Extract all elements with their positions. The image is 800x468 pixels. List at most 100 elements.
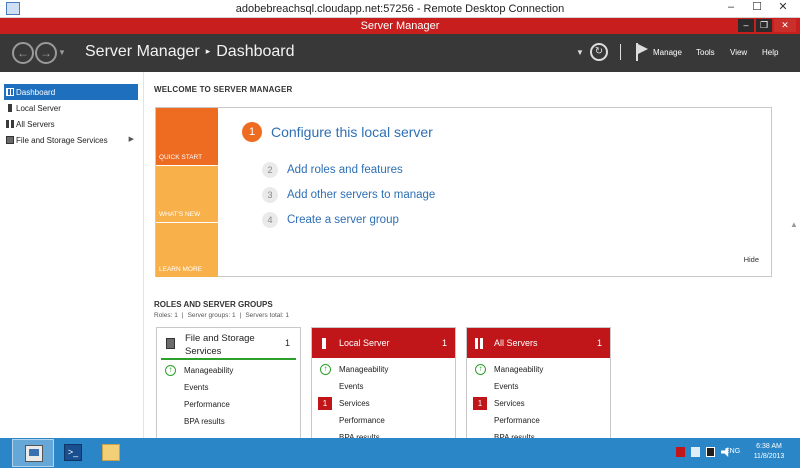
- tile-learn-more[interactable]: LEARN MORE: [156, 222, 218, 277]
- back-arrow-icon[interactable]: ←: [12, 42, 34, 64]
- taskbar: >_ ENG 6:38 AM 11/8/2013: [0, 438, 800, 468]
- sidebar-item-all-servers[interactable]: All Servers: [4, 116, 138, 132]
- window-title-text: Server Manager: [360, 20, 440, 32]
- clock-date: 11/8/2013: [753, 453, 785, 460]
- card-header[interactable]: Local Server 1: [312, 328, 455, 358]
- card-row-performance[interactable]: Performance: [467, 412, 610, 429]
- dashboard-icon: [6, 88, 14, 96]
- step-link[interactable]: Create a server group: [287, 214, 399, 226]
- card-row-performance[interactable]: Performance: [157, 396, 300, 413]
- window-minimize-button[interactable]: –: [738, 19, 754, 32]
- row-label: Manageability: [339, 365, 389, 374]
- rdp-maximize-button[interactable]: ☐: [744, 0, 770, 16]
- status-ok-icon: ↑: [320, 364, 331, 375]
- taskbar-powershell[interactable]: >_: [52, 439, 94, 467]
- card-row-manageability[interactable]: ↑ Manageability: [467, 361, 610, 378]
- tile-quick-start[interactable]: QUICK START: [156, 108, 218, 165]
- action-center-icon[interactable]: [676, 447, 685, 457]
- window-title-bar: Server Manager – ❐ ✕: [0, 18, 800, 34]
- taskbar-file-explorer[interactable]: [90, 439, 132, 467]
- card-row-bpa[interactable]: BPA results: [157, 413, 300, 430]
- server-manager-icon: [25, 445, 43, 462]
- card-file-storage[interactable]: File and Storage Services 1 ↑ Manageabili…: [156, 327, 301, 442]
- taskbar-server-manager[interactable]: [12, 439, 54, 467]
- sidebar-item-dashboard[interactable]: Dashboard: [4, 84, 138, 100]
- row-label: Events: [494, 382, 519, 391]
- clock-time: 6:38 AM: [756, 443, 782, 450]
- step-add-servers[interactable]: 3 Add other servers to manage: [262, 187, 435, 203]
- expand-arrow-icon[interactable]: ▶: [129, 135, 134, 143]
- tile-whats-new[interactable]: WHAT'S NEW: [156, 165, 218, 222]
- sidebar-item-file-storage[interactable]: File and Storage Services ▶: [4, 132, 138, 148]
- file-storage-icon: [166, 338, 175, 349]
- card-row-events[interactable]: Events: [312, 378, 455, 395]
- refresh-dropdown-icon[interactable]: ▼: [576, 48, 584, 57]
- folder-icon: [102, 444, 120, 461]
- step-number: 4: [262, 212, 278, 228]
- sidebar-item-local-server[interactable]: Local Server: [4, 100, 138, 116]
- summary-separator: |: [181, 312, 184, 319]
- card-row-services[interactable]: 1 Services: [467, 395, 610, 412]
- menu-help[interactable]: Help: [762, 48, 778, 57]
- notifications-flag-icon[interactable]: [635, 43, 649, 61]
- clock[interactable]: 6:38 AM 11/8/2013: [749, 442, 789, 462]
- rdp-close-button[interactable]: ✕: [770, 0, 796, 16]
- menu-tools[interactable]: Tools: [696, 48, 715, 57]
- card-title: All Servers: [494, 338, 538, 348]
- step-configure-local-server[interactable]: 1 Configure this local server: [242, 122, 433, 142]
- refresh-icon[interactable]: ↻: [589, 43, 608, 61]
- servers-total: Servers total: 1: [245, 312, 290, 319]
- row-label: Services: [494, 399, 525, 408]
- rdp-title-text: adobebreachsql.cloudapp.net:57256 - Remo…: [235, 3, 565, 15]
- summary-separator: |: [239, 312, 242, 319]
- step-create-server-group[interactable]: 4 Create a server group: [262, 212, 399, 228]
- row-label: BPA results: [184, 417, 225, 426]
- sidebar-divider: [143, 72, 144, 438]
- notification-icon[interactable]: [691, 447, 700, 457]
- sidebar-item-label: File and Storage Services: [16, 135, 108, 145]
- card-row-events[interactable]: Events: [157, 379, 300, 396]
- roles-count: Roles: 1: [154, 312, 178, 319]
- breadcrumb-app[interactable]: Server Manager: [85, 43, 200, 60]
- row-label: Services: [339, 399, 370, 408]
- history-dropdown-icon[interactable]: ▼: [58, 48, 66, 57]
- card-row-manageability[interactable]: ↑ Manageability: [157, 362, 300, 379]
- card-title: File and Storage Services: [185, 333, 255, 357]
- language-indicator[interactable]: ENG: [725, 448, 740, 455]
- window-close-button[interactable]: ✕: [774, 19, 796, 32]
- server-icon: [322, 338, 326, 349]
- rdp-title-bar: adobebreachsql.cloudapp.net:57256 - Remo…: [0, 0, 800, 18]
- menu-view[interactable]: View: [730, 48, 747, 57]
- alert-badge: 1: [318, 397, 332, 410]
- card-row-manageability[interactable]: ↑ Manageability: [312, 361, 455, 378]
- card-row-performance[interactable]: Performance: [312, 412, 455, 429]
- scrollbar-arrow-icon[interactable]: ▲: [790, 220, 798, 250]
- card-count: 1: [596, 338, 602, 348]
- breadcrumb: Server Manager ▸ Dashboard: [85, 43, 295, 61]
- row-label: Events: [184, 383, 209, 392]
- server-icon: [8, 104, 12, 112]
- menu-manage[interactable]: Manage: [653, 48, 682, 57]
- step-link[interactable]: Add other servers to manage: [287, 189, 435, 201]
- step-link[interactable]: Configure this local server: [271, 124, 433, 140]
- card-row-events[interactable]: Events: [467, 378, 610, 395]
- rdp-minimize-button[interactable]: –: [718, 0, 744, 16]
- alert-badge: 1: [473, 397, 487, 410]
- sidebar: Dashboard Local Server All Servers File …: [4, 84, 138, 148]
- step-link[interactable]: Add roles and features: [287, 164, 403, 176]
- card-header[interactable]: All Servers 1: [467, 328, 610, 358]
- network-icon[interactable]: [706, 447, 715, 457]
- card-header[interactable]: File and Storage Services 1: [161, 328, 296, 360]
- card-row-services[interactable]: 1 Services: [312, 395, 455, 412]
- powershell-icon: >_: [64, 444, 82, 461]
- card-all-servers[interactable]: All Servers 1 ↑ Manageability Events 1 Ser…: [466, 327, 611, 442]
- forward-arrow-icon[interactable]: →: [35, 42, 57, 64]
- card-local-server[interactable]: Local Server 1 ↑ Manageability Events 1 Se…: [311, 327, 456, 442]
- window-restore-button[interactable]: ❐: [756, 19, 772, 32]
- card-count: 1: [441, 338, 447, 348]
- step-add-roles[interactable]: 2 Add roles and features: [262, 162, 403, 178]
- hide-link[interactable]: Hide: [744, 255, 759, 264]
- header-divider: [619, 44, 621, 60]
- sidebar-item-label: All Servers: [16, 119, 55, 129]
- all-servers-icon: [475, 338, 483, 349]
